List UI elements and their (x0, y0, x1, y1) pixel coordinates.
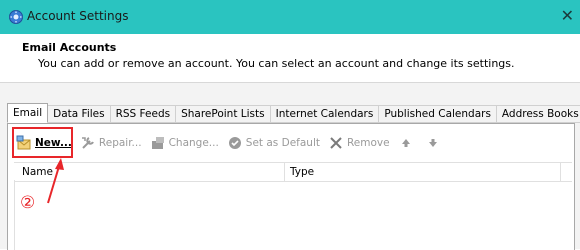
email-tab-panel: New... Repair... Change... Set as Defaul… (7, 123, 575, 250)
step-marker: ② (20, 193, 36, 213)
column-divider-end (560, 163, 561, 181)
tab-data-files[interactable]: Data Files (48, 105, 111, 123)
header-description: You can add or remove an account. You ca… (38, 57, 515, 70)
dialog-header: Email Accounts You can add or remove an … (0, 34, 580, 82)
highlight-box (12, 127, 73, 158)
tab-email[interactable]: Email (7, 103, 49, 123)
account-toolbar: New... Repair... Change... Set as Defaul… (16, 131, 452, 155)
move-up-button[interactable] (398, 135, 417, 151)
account-list-header: Name Type (14, 162, 572, 182)
repair-button[interactable]: Repair... (80, 135, 142, 151)
set-default-label: Set as Default (245, 137, 320, 149)
tab-rss-feeds[interactable]: RSS Feeds (110, 105, 177, 123)
move-down-button[interactable] (425, 135, 444, 151)
close-icon[interactable]: ✕ (561, 7, 574, 25)
remove-x-icon (328, 135, 344, 151)
account-settings-icon (8, 9, 24, 25)
tab-sharepoint-lists[interactable]: SharePoint Lists (176, 105, 271, 123)
header-title: Email Accounts (22, 41, 117, 54)
column-type[interactable]: Type (290, 166, 314, 178)
account-list[interactable] (14, 180, 573, 250)
remove-label: Remove (346, 137, 390, 149)
column-divider (284, 163, 285, 181)
tab-internet-calendars[interactable]: Internet Calendars (270, 105, 380, 123)
change-label: Change... (168, 137, 219, 149)
arrow-down-icon (425, 135, 441, 151)
tab-strip: Email Data Files RSS Feeds SharePoint Li… (7, 103, 580, 123)
column-name[interactable]: Name (22, 166, 53, 178)
remove-button[interactable]: Remove (328, 135, 390, 151)
title-bar: Account Settings ✕ (0, 0, 580, 34)
tab-address-books[interactable]: Address Books (496, 105, 580, 123)
set-default-button[interactable]: Set as Default (227, 135, 320, 151)
window-title: Account Settings (27, 9, 129, 23)
change-button[interactable]: Change... (150, 135, 219, 151)
arrow-up-icon (398, 135, 414, 151)
change-icon (150, 135, 166, 151)
wrench-icon (80, 135, 96, 151)
tab-published-calendars[interactable]: Published Calendars (379, 105, 497, 123)
checkmark-circle-icon (227, 135, 243, 151)
repair-label: Repair... (98, 137, 142, 149)
